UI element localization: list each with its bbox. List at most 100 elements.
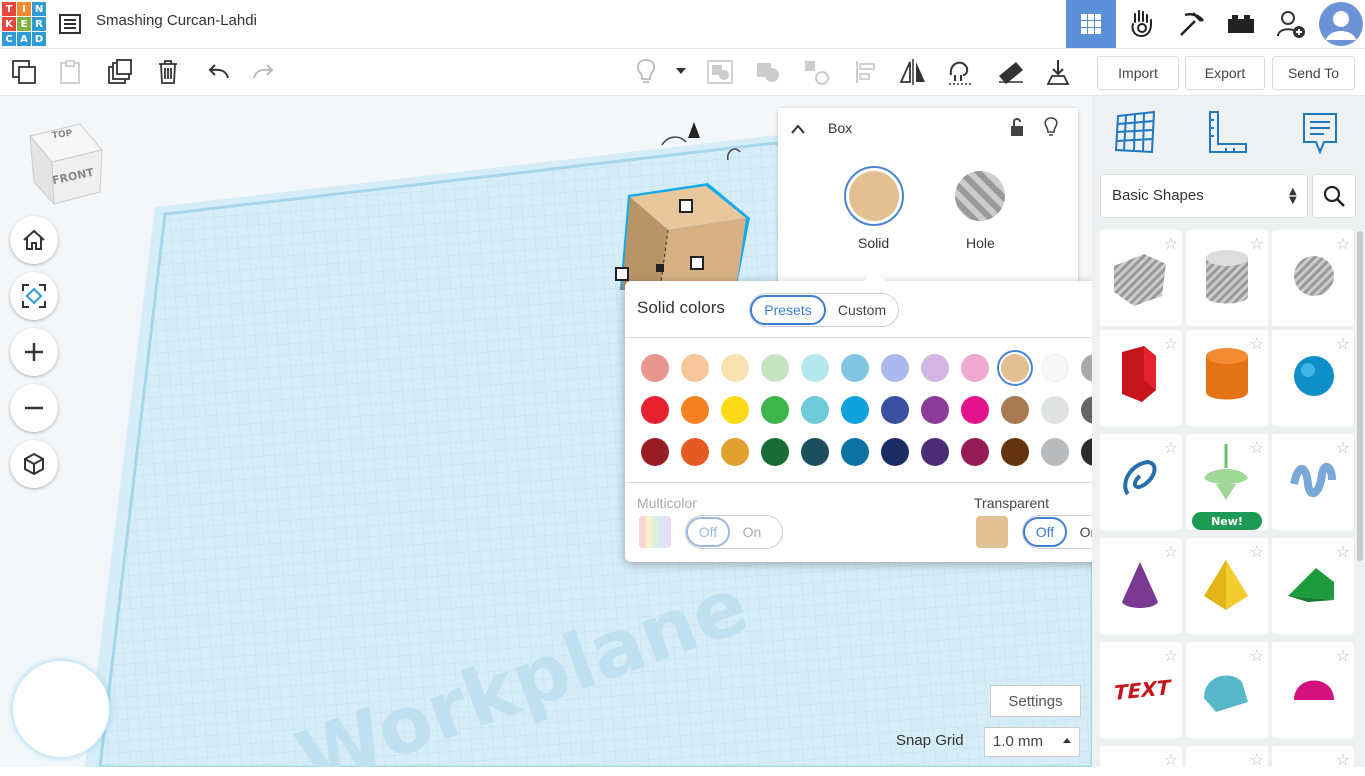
color-swatch[interactable] [641,354,669,382]
color-swatch[interactable] [641,438,669,466]
color-swatch[interactable] [721,438,749,466]
minecraft-button[interactable] [1167,0,1217,48]
lock-icon[interactable] [1008,117,1026,141]
redo-button[interactable] [244,49,284,95]
favorite-star-icon[interactable]: ☆ [1250,646,1264,665]
favorite-star-icon[interactable]: ☆ [1336,334,1350,353]
workplane-tool-button[interactable] [1112,108,1160,156]
color-swatch[interactable] [841,396,869,424]
color-swatch[interactable] [681,438,709,466]
cruise-button[interactable] [940,49,980,95]
color-swatch[interactable] [801,354,829,382]
multicolor-toggle[interactable]: Off On [685,515,783,549]
color-swatch[interactable] [801,438,829,466]
color-swatch[interactable] [841,438,869,466]
send-to-button[interactable]: Send To [1272,56,1355,90]
favorite-star-icon[interactable]: ☆ [1164,646,1178,665]
notes-button[interactable] [626,49,666,95]
color-swatch[interactable] [921,438,949,466]
favorite-star-icon[interactable]: ☆ [1164,234,1178,253]
color-swatch[interactable] [721,354,749,382]
multicolor-on[interactable]: On [730,517,774,547]
color-swatch[interactable] [921,396,949,424]
favorite-star-icon[interactable]: ☆ [1336,542,1350,561]
ungroup-button[interactable] [748,49,788,95]
delete-button[interactable] [148,49,188,95]
color-swatch[interactable] [681,354,709,382]
paste-button[interactable] [50,49,90,95]
favorite-star-icon[interactable]: ☆ [1164,750,1178,769]
orbit-control[interactable] [12,660,110,758]
color-swatch[interactable] [761,396,789,424]
color-swatch[interactable] [961,396,989,424]
color-swatch[interactable] [881,438,909,466]
shape-cylinder-hole[interactable]: ☆ [1186,230,1268,326]
perspective-button[interactable] [10,440,58,488]
color-swatch[interactable] [761,354,789,382]
color-swatch[interactable] [1041,354,1069,382]
color-swatch[interactable] [961,354,989,382]
shape-box-hole[interactable]: ☆ [1100,230,1182,326]
mirror-button[interactable] [893,49,933,95]
design-title[interactable]: Smashing Curcan-Lahdi [96,12,257,29]
color-swatch[interactable] [801,396,829,424]
solid-option[interactable] [844,166,904,226]
color-swatch[interactable] [881,354,909,382]
favorite-star-icon[interactable]: ☆ [1336,438,1350,457]
favorite-star-icon[interactable]: ☆ [1164,542,1178,561]
import-button[interactable]: Import [1097,56,1179,90]
color-swatch[interactable] [761,438,789,466]
color-swatch[interactable] [841,354,869,382]
shape-partial[interactable]: ☆ [1100,746,1182,776]
shape-sphere-hole[interactable]: ☆ [1272,230,1354,326]
shape-sphere[interactable]: ☆ [1272,330,1354,426]
gallery-button[interactable] [1117,0,1167,48]
drop-to-workplane-button[interactable] [1038,49,1078,95]
favorite-star-icon[interactable]: ☆ [1336,234,1350,253]
favorite-star-icon[interactable]: ☆ [1250,750,1264,769]
multicolor-off[interactable]: Off [686,517,730,547]
favorite-star-icon[interactable]: ☆ [1250,542,1264,561]
shape-cone[interactable]: ☆ [1100,538,1182,634]
ruler-tool-button[interactable] [1202,108,1250,156]
shape-partial[interactable]: ☆ [1272,746,1354,776]
color-swatch[interactable] [881,396,909,424]
notes-dropdown-icon[interactable] [676,68,686,74]
notes-tool-button[interactable] [1296,108,1344,156]
favorite-star-icon[interactable]: ☆ [1336,750,1350,769]
explode-button[interactable] [796,49,836,95]
color-swatch[interactable] [961,438,989,466]
home-view-button[interactable] [10,216,58,264]
group-button[interactable] [700,49,740,95]
zoom-out-button[interactable] [10,384,58,432]
fit-view-button[interactable] [10,272,58,320]
color-swatch[interactable] [1001,438,1029,466]
scrollbar[interactable] [1357,231,1363,561]
zoom-in-button[interactable] [10,328,58,376]
align-button[interactable] [846,49,886,95]
shape-half-sphere[interactable]: ☆ [1272,642,1354,738]
color-swatch[interactable] [1001,396,1029,424]
view-cube[interactable]: TOP FRONT [22,122,107,207]
snap-grid-select[interactable]: 1.0 mm [984,727,1080,757]
undo-button[interactable] [198,49,238,95]
grid-view-button[interactable] [1066,0,1116,48]
tinkercad-logo[interactable]: TIN KER CAD [2,2,46,46]
color-swatch[interactable] [1001,354,1029,382]
shape-scribble[interactable]: ☆ [1100,434,1182,530]
favorite-star-icon[interactable]: ☆ [1250,234,1264,253]
favorite-star-icon[interactable]: ☆ [1164,438,1178,457]
shape-cylinder[interactable]: ☆ [1186,330,1268,426]
shape-pyramid[interactable]: ☆ [1186,538,1268,634]
shape-new-featured[interactable]: ☆ New! [1186,434,1268,530]
shape-box[interactable]: ☆ [1100,330,1182,426]
lightbulb-icon[interactable] [1043,116,1059,142]
add-user-button[interactable] [1266,0,1316,48]
bricks-button[interactable] [1216,0,1266,48]
shape-partial[interactable]: ☆ [1186,746,1268,776]
favorite-star-icon[interactable]: ☆ [1250,334,1264,353]
user-avatar-button[interactable] [1316,0,1365,48]
export-button[interactable]: Export [1185,56,1265,90]
settings-button[interactable]: Settings [990,685,1081,717]
search-shapes-button[interactable] [1312,174,1356,218]
